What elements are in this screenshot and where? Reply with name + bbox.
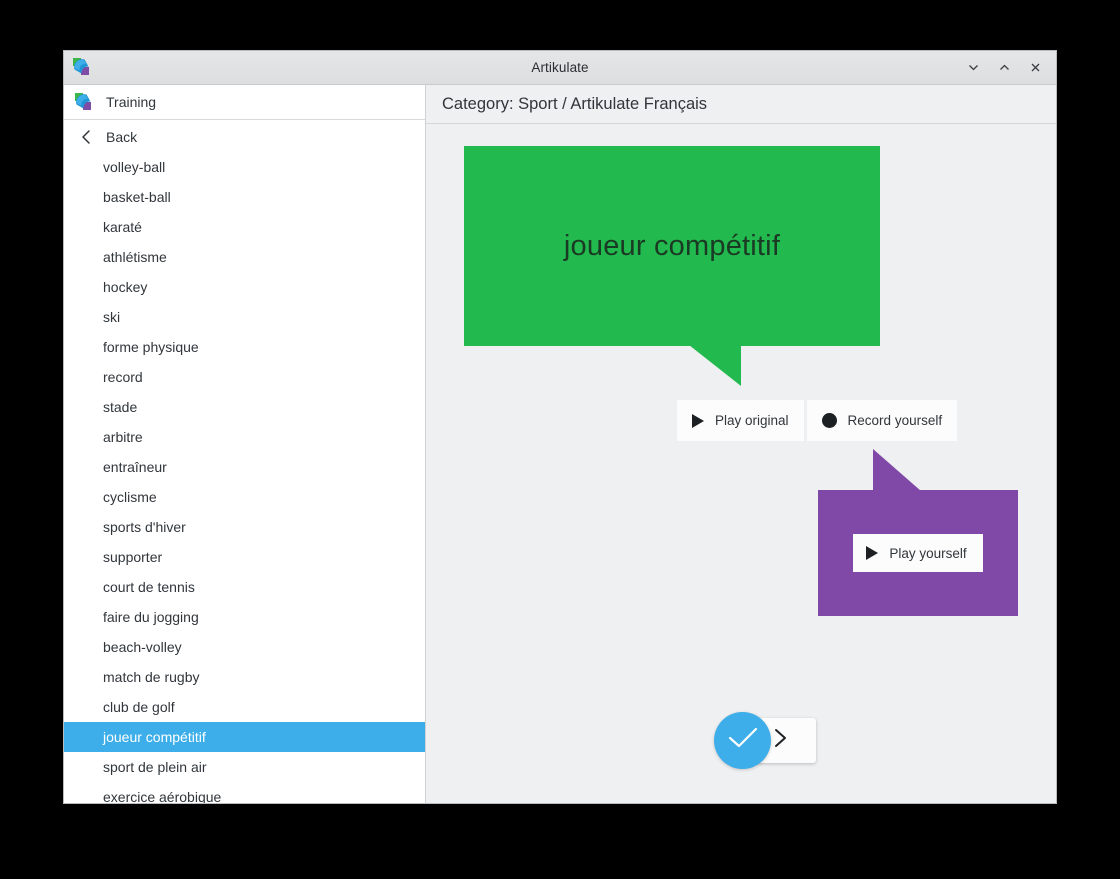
list-item-label: joueur compétitif	[103, 729, 206, 745]
phrase-text: joueur compétitif	[563, 229, 781, 262]
list-item[interactable]: beach-volley	[64, 632, 425, 662]
maximize-icon[interactable]	[993, 57, 1015, 79]
list-item-label: faire du jogging	[103, 609, 199, 625]
play-original-button[interactable]: Play original	[677, 400, 804, 441]
list-item[interactable]: joueur compétitif	[64, 722, 425, 752]
record-yourself-button[interactable]: Record yourself	[806, 400, 958, 441]
original-phrase-bubble: joueur compétitif	[464, 146, 880, 346]
list-item[interactable]: club de golf	[64, 692, 425, 722]
list-item[interactable]: record	[64, 362, 425, 392]
list-item-label: hockey	[103, 279, 148, 295]
play-yourself-button[interactable]: Play yourself	[853, 534, 983, 572]
training-area: joueur compétitif Play original Record y…	[426, 124, 1056, 803]
window-title: Artikulate	[531, 60, 589, 75]
window-controls	[962, 51, 1046, 84]
list-item-label: basket-ball	[103, 189, 171, 205]
checkmark-icon	[726, 724, 760, 757]
list-item[interactable]: volley-ball	[64, 152, 425, 182]
list-item-label: athlétisme	[103, 249, 167, 265]
list-item[interactable]: athlétisme	[64, 242, 425, 272]
close-icon[interactable]	[1024, 57, 1046, 79]
artikulate-window: Artikulate Training Back volley-ball bas…	[64, 51, 1056, 803]
chevron-right-icon	[772, 727, 790, 754]
list-item[interactable]: karaté	[64, 212, 425, 242]
list-item-label: ski	[103, 309, 121, 325]
list-item-label: court de tennis	[103, 579, 195, 595]
list-item-label: karaté	[103, 219, 142, 235]
play-triangle-icon	[692, 413, 704, 428]
list-item-label: volley-ball	[103, 159, 166, 175]
artikulate-icon	[74, 92, 94, 112]
list-item[interactable]: hockey	[64, 272, 425, 302]
list-item-label: supporter	[103, 549, 163, 565]
record-dot-icon	[821, 413, 837, 428]
list-item[interactable]: sports d'hiver	[64, 512, 425, 542]
content-pane: Category: Sport / Artikulate Français jo…	[426, 85, 1056, 803]
category-breadcrumb: Category: Sport / Artikulate Français	[442, 94, 708, 113]
list-item-label: exercice aérobique	[103, 789, 222, 803]
bottom-navigation	[714, 712, 824, 772]
list-item[interactable]: entraîneur	[64, 452, 425, 482]
list-item-label: entraîneur	[103, 459, 167, 475]
list-item[interactable]: stade	[64, 392, 425, 422]
user-recording-bubble-tail	[873, 449, 921, 491]
list-item[interactable]: faire du jogging	[64, 602, 425, 632]
list-item[interactable]: sport de plein air	[64, 752, 425, 782]
play-original-label: Play original	[715, 413, 789, 428]
screen: Artikulate Training Back volley-ball bas…	[0, 0, 1120, 879]
mark-done-button[interactable]	[714, 712, 771, 769]
artikulate-icon	[72, 57, 92, 77]
list-item-label: sports d'hiver	[103, 519, 186, 535]
list-item[interactable]: exercice aérobique	[64, 782, 425, 803]
list-item[interactable]: supporter	[64, 542, 425, 572]
list-item[interactable]: court de tennis	[64, 572, 425, 602]
list-item-label: beach-volley	[103, 639, 182, 655]
phrase-list[interactable]: volley-ball basket-ball karaté athlétisme ho…	[64, 152, 425, 803]
list-item[interactable]: ski	[64, 302, 425, 332]
list-item[interactable]: forme physique	[64, 332, 425, 362]
list-item-label: cyclisme	[103, 489, 157, 505]
list-item-label: match de rugby	[103, 669, 200, 685]
content-header: Category: Sport / Artikulate Français	[426, 85, 1056, 124]
minimize-icon[interactable]	[962, 57, 984, 79]
chevron-left-icon	[76, 127, 96, 147]
user-recording-bubble: Play yourself	[818, 490, 1018, 616]
list-item-label: arbitre	[103, 429, 143, 445]
list-item-label: sport de plein air	[103, 759, 207, 775]
sidebar-header-label: Training	[106, 94, 157, 110]
list-item-label: forme physique	[103, 339, 199, 355]
list-item[interactable]: cyclisme	[64, 482, 425, 512]
back-button-label: Back	[106, 129, 138, 145]
window-titlebar: Artikulate	[64, 51, 1056, 85]
sidebar-header-training[interactable]: Training	[64, 85, 425, 120]
sidebar: Training Back volley-ball basket-ball kara…	[64, 85, 426, 803]
list-item[interactable]: match de rugby	[64, 662, 425, 692]
play-triangle-icon	[866, 546, 879, 560]
list-item-label: record	[103, 369, 143, 385]
window-body: Training Back volley-ball basket-ball kara…	[64, 85, 1056, 803]
list-item[interactable]: arbitre	[64, 422, 425, 452]
back-button[interactable]: Back	[64, 122, 425, 152]
record-yourself-label: Record yourself	[847, 413, 943, 428]
original-controls: Play original Record yourself	[677, 400, 958, 441]
list-item[interactable]: basket-ball	[64, 182, 425, 212]
original-phrase-bubble-tail	[689, 345, 741, 386]
list-item-label: stade	[103, 399, 138, 415]
list-item-label: club de golf	[103, 699, 175, 715]
play-yourself-label: Play yourself	[889, 545, 967, 561]
